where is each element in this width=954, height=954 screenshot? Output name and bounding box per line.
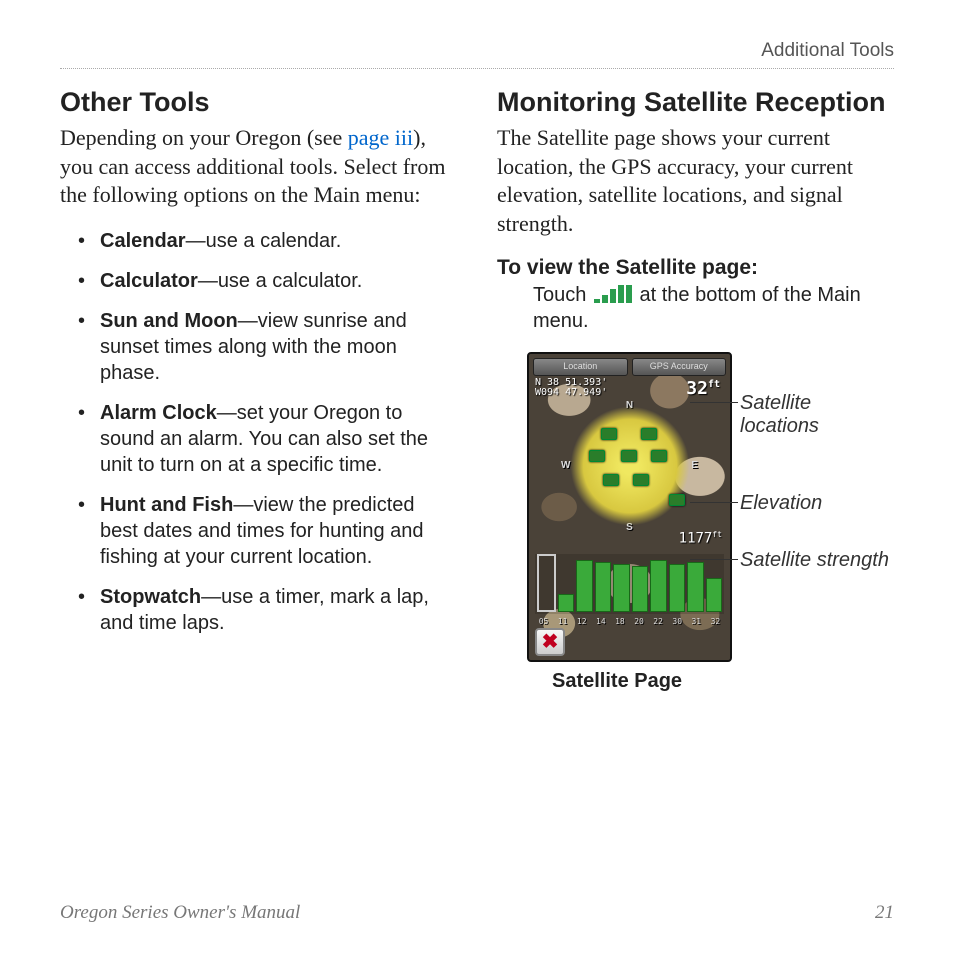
- satellite-page-figure: Location GPS Accuracy N 38 51.393' W094 …: [527, 352, 732, 662]
- tool-sun-moon: Sun and Moon—view sunrise and sunset tim…: [100, 308, 457, 386]
- sat-marker: [633, 474, 649, 486]
- tool-desc: —use a calendar.: [186, 230, 342, 252]
- signal-strength-bars: [535, 554, 724, 614]
- location-tab: Location: [533, 358, 628, 376]
- tool-name: Calendar: [100, 230, 186, 252]
- page-iii-link[interactable]: page iii: [348, 125, 413, 150]
- instr-pre: Touch: [533, 284, 592, 306]
- sat-bar: [669, 564, 686, 612]
- sat-marker: [641, 428, 657, 440]
- annot-sat-locations: Satellite locations: [740, 392, 894, 438]
- sat-heading: Monitoring Satellite Reception: [497, 87, 894, 118]
- sat-marker: [603, 474, 619, 486]
- tool-name: Stopwatch: [100, 586, 201, 608]
- tools-list: Calendar—use a calendar. Calculator—use …: [60, 228, 457, 636]
- tool-stopwatch: Stopwatch—use a timer, mark a lap, and t…: [100, 584, 457, 636]
- sky-view-circle: [570, 406, 690, 526]
- tool-name: Calculator: [100, 270, 198, 292]
- sat-bar: [595, 562, 612, 612]
- signal-bars-icon: [594, 285, 632, 303]
- instruction-body: Touch at the bottom of the Main menu.: [497, 282, 894, 334]
- right-column: Monitoring Satellite Reception The Satel…: [497, 87, 894, 890]
- tool-desc: —use a calculator.: [198, 270, 363, 292]
- sat-bar: [576, 560, 593, 612]
- sat-bar: [613, 564, 630, 612]
- sat-bar: [537, 554, 556, 612]
- other-tools-intro: Depending on your Oregon (see page iii),…: [60, 124, 457, 210]
- sat-body: The Satellite page shows your current lo…: [497, 124, 894, 238]
- intro-pre: Depending on your Oregon (see: [60, 125, 348, 150]
- sat-bar-labels: 05111214182022303132: [535, 617, 724, 626]
- compass-e: E: [691, 460, 698, 471]
- section-header: Additional Tools: [60, 40, 894, 69]
- annot-elevation: Elevation: [740, 492, 894, 515]
- gps-accuracy-tab: GPS Accuracy: [632, 358, 727, 376]
- figure-caption: Satellite Page: [497, 670, 894, 693]
- figure-annotations: Satellite locations Elevation Satellite …: [740, 352, 894, 572]
- close-button[interactable]: ✖: [535, 628, 565, 656]
- other-tools-heading: Other Tools: [60, 87, 457, 118]
- sat-bar: [632, 566, 649, 612]
- sat-bar: [687, 562, 704, 612]
- close-icon: ✖: [542, 632, 559, 652]
- page-footer: Oregon Series Owner's Manual 21: [60, 890, 894, 924]
- manual-title: Oregon Series Owner's Manual: [60, 902, 300, 924]
- tool-hunt-fish: Hunt and Fish—view the predicted best da…: [100, 492, 457, 570]
- tool-name: Sun and Moon: [100, 310, 238, 332]
- sat-marker: [621, 450, 637, 462]
- annot-sat-strength: Satellite strength: [740, 549, 894, 572]
- sat-marker: [601, 428, 617, 440]
- instruction-heading: To view the Satellite page:: [497, 256, 894, 280]
- sat-bar: [650, 560, 667, 612]
- tool-name: Hunt and Fish: [100, 494, 233, 516]
- elevation-readout: 1177ft: [679, 530, 722, 547]
- tool-alarm: Alarm Clock—set your Oregon to sound an …: [100, 400, 457, 478]
- page-number: 21: [875, 902, 894, 924]
- tool-calculator: Calculator—use a calculator.: [100, 268, 457, 294]
- sat-bar: [558, 594, 575, 612]
- left-column: Other Tools Depending on your Oregon (se…: [60, 87, 457, 890]
- sat-marker: [651, 450, 667, 462]
- lon: W094 47.949': [535, 388, 607, 398]
- sat-bar: [706, 578, 723, 612]
- tool-calendar: Calendar—use a calendar.: [100, 228, 457, 254]
- sat-marker: [669, 494, 685, 506]
- tool-name: Alarm Clock: [100, 402, 217, 424]
- coordinates-readout: N 38 51.393' W094 47.949': [535, 378, 607, 398]
- sat-marker: [589, 450, 605, 462]
- accuracy-readout: 32ft: [686, 378, 720, 399]
